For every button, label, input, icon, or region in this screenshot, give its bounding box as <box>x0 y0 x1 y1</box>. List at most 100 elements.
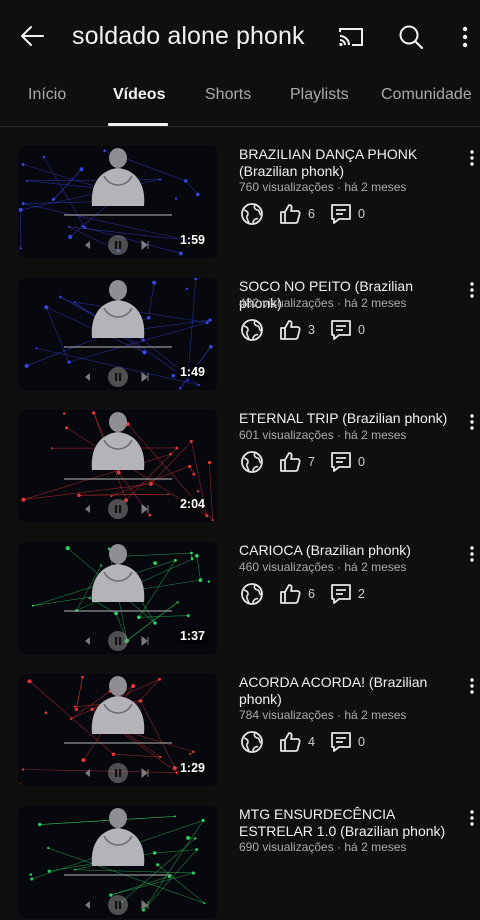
video-actions: 6 0 <box>240 202 380 228</box>
video-thumbnail[interactable]: 2:04 <box>18 410 218 522</box>
more-options-button[interactable] <box>452 20 478 54</box>
like-button[interactable]: 3 <box>278 318 315 342</box>
more-vertical-icon <box>470 282 474 298</box>
more-vertical-icon <box>470 150 474 166</box>
video-meta: 482 visualizações · há 2 meses <box>239 296 406 310</box>
video-meta: 460 visualizações · há 2 meses <box>239 560 406 574</box>
like-button[interactable]: 7 <box>278 450 315 474</box>
comment-count: 2 <box>358 587 365 601</box>
like-count: 3 <box>308 323 315 337</box>
comment-count: 0 <box>358 323 365 337</box>
visibility-button[interactable] <box>240 318 264 342</box>
video-actions: 3 0 <box>240 318 380 344</box>
video-thumbnail[interactable]: 1:59 <box>18 146 218 258</box>
tab-comunidade[interactable]: Comunidade <box>381 86 472 104</box>
video-actions: 7 0 <box>240 450 380 476</box>
visibility-button[interactable] <box>240 582 264 606</box>
like-button[interactable]: 6 <box>278 202 315 226</box>
comment-count: 0 <box>358 207 365 221</box>
comment-button[interactable]: 0 <box>330 450 365 474</box>
video-more-button[interactable] <box>462 674 480 698</box>
search-button[interactable] <box>394 20 428 54</box>
comment-button[interactable]: 0 <box>330 318 365 342</box>
video-duration: 1:29 <box>177 760 208 776</box>
like-count: 4 <box>308 735 315 749</box>
globe-icon <box>240 202 264 226</box>
video-title[interactable]: ACORDA ACORDA! (Brazilian phonk) <box>239 674 449 708</box>
like-button[interactable]: 6 <box>278 582 315 606</box>
top-app-bar: soldado alone phonk <box>0 0 480 72</box>
video-duration: 1:49 <box>177 364 208 380</box>
video-thumbnail[interactable]: 1:37 <box>18 542 218 654</box>
comment-button[interactable]: 0 <box>330 202 365 226</box>
video-item[interactable]: 2:04 ETERNAL TRIP (Brazilian phonk) 601 … <box>0 392 480 524</box>
more-vertical-icon <box>470 678 474 694</box>
thumbs-up-icon <box>278 582 302 606</box>
cast-button[interactable] <box>334 22 368 52</box>
thumbs-up-icon <box>278 318 302 342</box>
more-vertical-icon <box>462 26 468 48</box>
globe-icon <box>240 582 264 606</box>
tab-inicio[interactable]: Início <box>28 86 66 104</box>
globe-icon <box>240 450 264 474</box>
video-duration: 1:37 <box>177 628 208 644</box>
arrow-left-icon <box>19 23 45 49</box>
like-button[interactable]: 4 <box>278 730 315 754</box>
video-item[interactable]: 1:59 BRAZILIAN DANÇA PHONK (Brazilian ph… <box>0 128 480 260</box>
comment-icon <box>330 582 352 606</box>
video-actions: 6 2 <box>240 582 380 608</box>
video-meta: 784 visualizações · há 2 meses <box>239 708 406 722</box>
video-more-button[interactable] <box>462 278 480 302</box>
visibility-button[interactable] <box>240 730 264 754</box>
comment-count: 0 <box>358 735 365 749</box>
visibility-button[interactable] <box>240 202 264 226</box>
visibility-button[interactable] <box>240 450 264 474</box>
video-meta: 690 visualizações · há 2 meses <box>239 840 406 854</box>
search-icon <box>397 23 425 51</box>
comment-button[interactable]: 0 <box>330 730 365 754</box>
channel-title: soldado alone phonk <box>72 22 305 51</box>
tab-shorts[interactable]: Shorts <box>205 86 251 104</box>
video-item[interactable]: MTG ENSURDECÊNCIA ESTRELAR 1.0 (Brazilia… <box>0 788 480 920</box>
video-more-button[interactable] <box>462 146 480 170</box>
back-button[interactable] <box>14 20 50 52</box>
cast-icon <box>337 25 365 49</box>
video-item[interactable]: 1:49 SOCO NO PEITO (Brazilian phonk) 482… <box>0 260 480 392</box>
thumbs-up-icon <box>278 202 302 226</box>
comment-count: 0 <box>358 455 365 469</box>
video-duration: 2:04 <box>177 496 208 512</box>
comment-icon <box>330 730 352 754</box>
thumbs-up-icon <box>278 450 302 474</box>
video-thumbnail[interactable]: 1:49 <box>18 278 218 390</box>
like-count: 7 <box>308 455 315 469</box>
tab-playlists[interactable]: Playlists <box>290 86 349 104</box>
video-more-button[interactable] <box>462 806 480 830</box>
video-title[interactable]: CARIOCA (Brazilian phonk) <box>239 542 449 559</box>
video-thumbnail[interactable] <box>18 806 218 918</box>
video-more-button[interactable] <box>462 542 480 566</box>
comment-button[interactable]: 2 <box>330 582 365 606</box>
comment-icon <box>330 202 352 226</box>
video-thumbnail[interactable]: 1:29 <box>18 674 218 786</box>
video-more-button[interactable] <box>462 410 480 434</box>
comment-icon <box>330 318 352 342</box>
video-actions: 4 0 <box>240 730 380 756</box>
video-meta: 760 visualizações · há 2 meses <box>239 180 406 194</box>
video-item[interactable]: 1:37 CARIOCA (Brazilian phonk) 460 visua… <box>0 524 480 656</box>
video-meta: 601 visualizações · há 2 meses <box>239 428 406 442</box>
video-title[interactable]: BRAZILIAN DANÇA PHONK (Brazilian phonk) <box>239 146 449 180</box>
like-count: 6 <box>308 587 315 601</box>
channel-tabs: Início Vídeos Shorts Playlists Comunidad… <box>0 72 480 127</box>
comment-icon <box>330 450 352 474</box>
active-tab-indicator <box>108 123 168 126</box>
globe-icon <box>240 730 264 754</box>
tab-videos[interactable]: Vídeos <box>113 86 165 104</box>
video-duration: 1:59 <box>177 232 208 248</box>
like-count: 6 <box>308 207 315 221</box>
thumbs-up-icon <box>278 730 302 754</box>
more-vertical-icon <box>470 414 474 430</box>
video-item[interactable]: 1:29 ACORDA ACORDA! (Brazilian phonk) 78… <box>0 656 480 788</box>
video-title[interactable]: MTG ENSURDECÊNCIA ESTRELAR 1.0 (Brazilia… <box>239 806 449 840</box>
video-title[interactable]: ETERNAL TRIP (Brazilian phonk) <box>239 410 449 427</box>
globe-icon <box>240 318 264 342</box>
